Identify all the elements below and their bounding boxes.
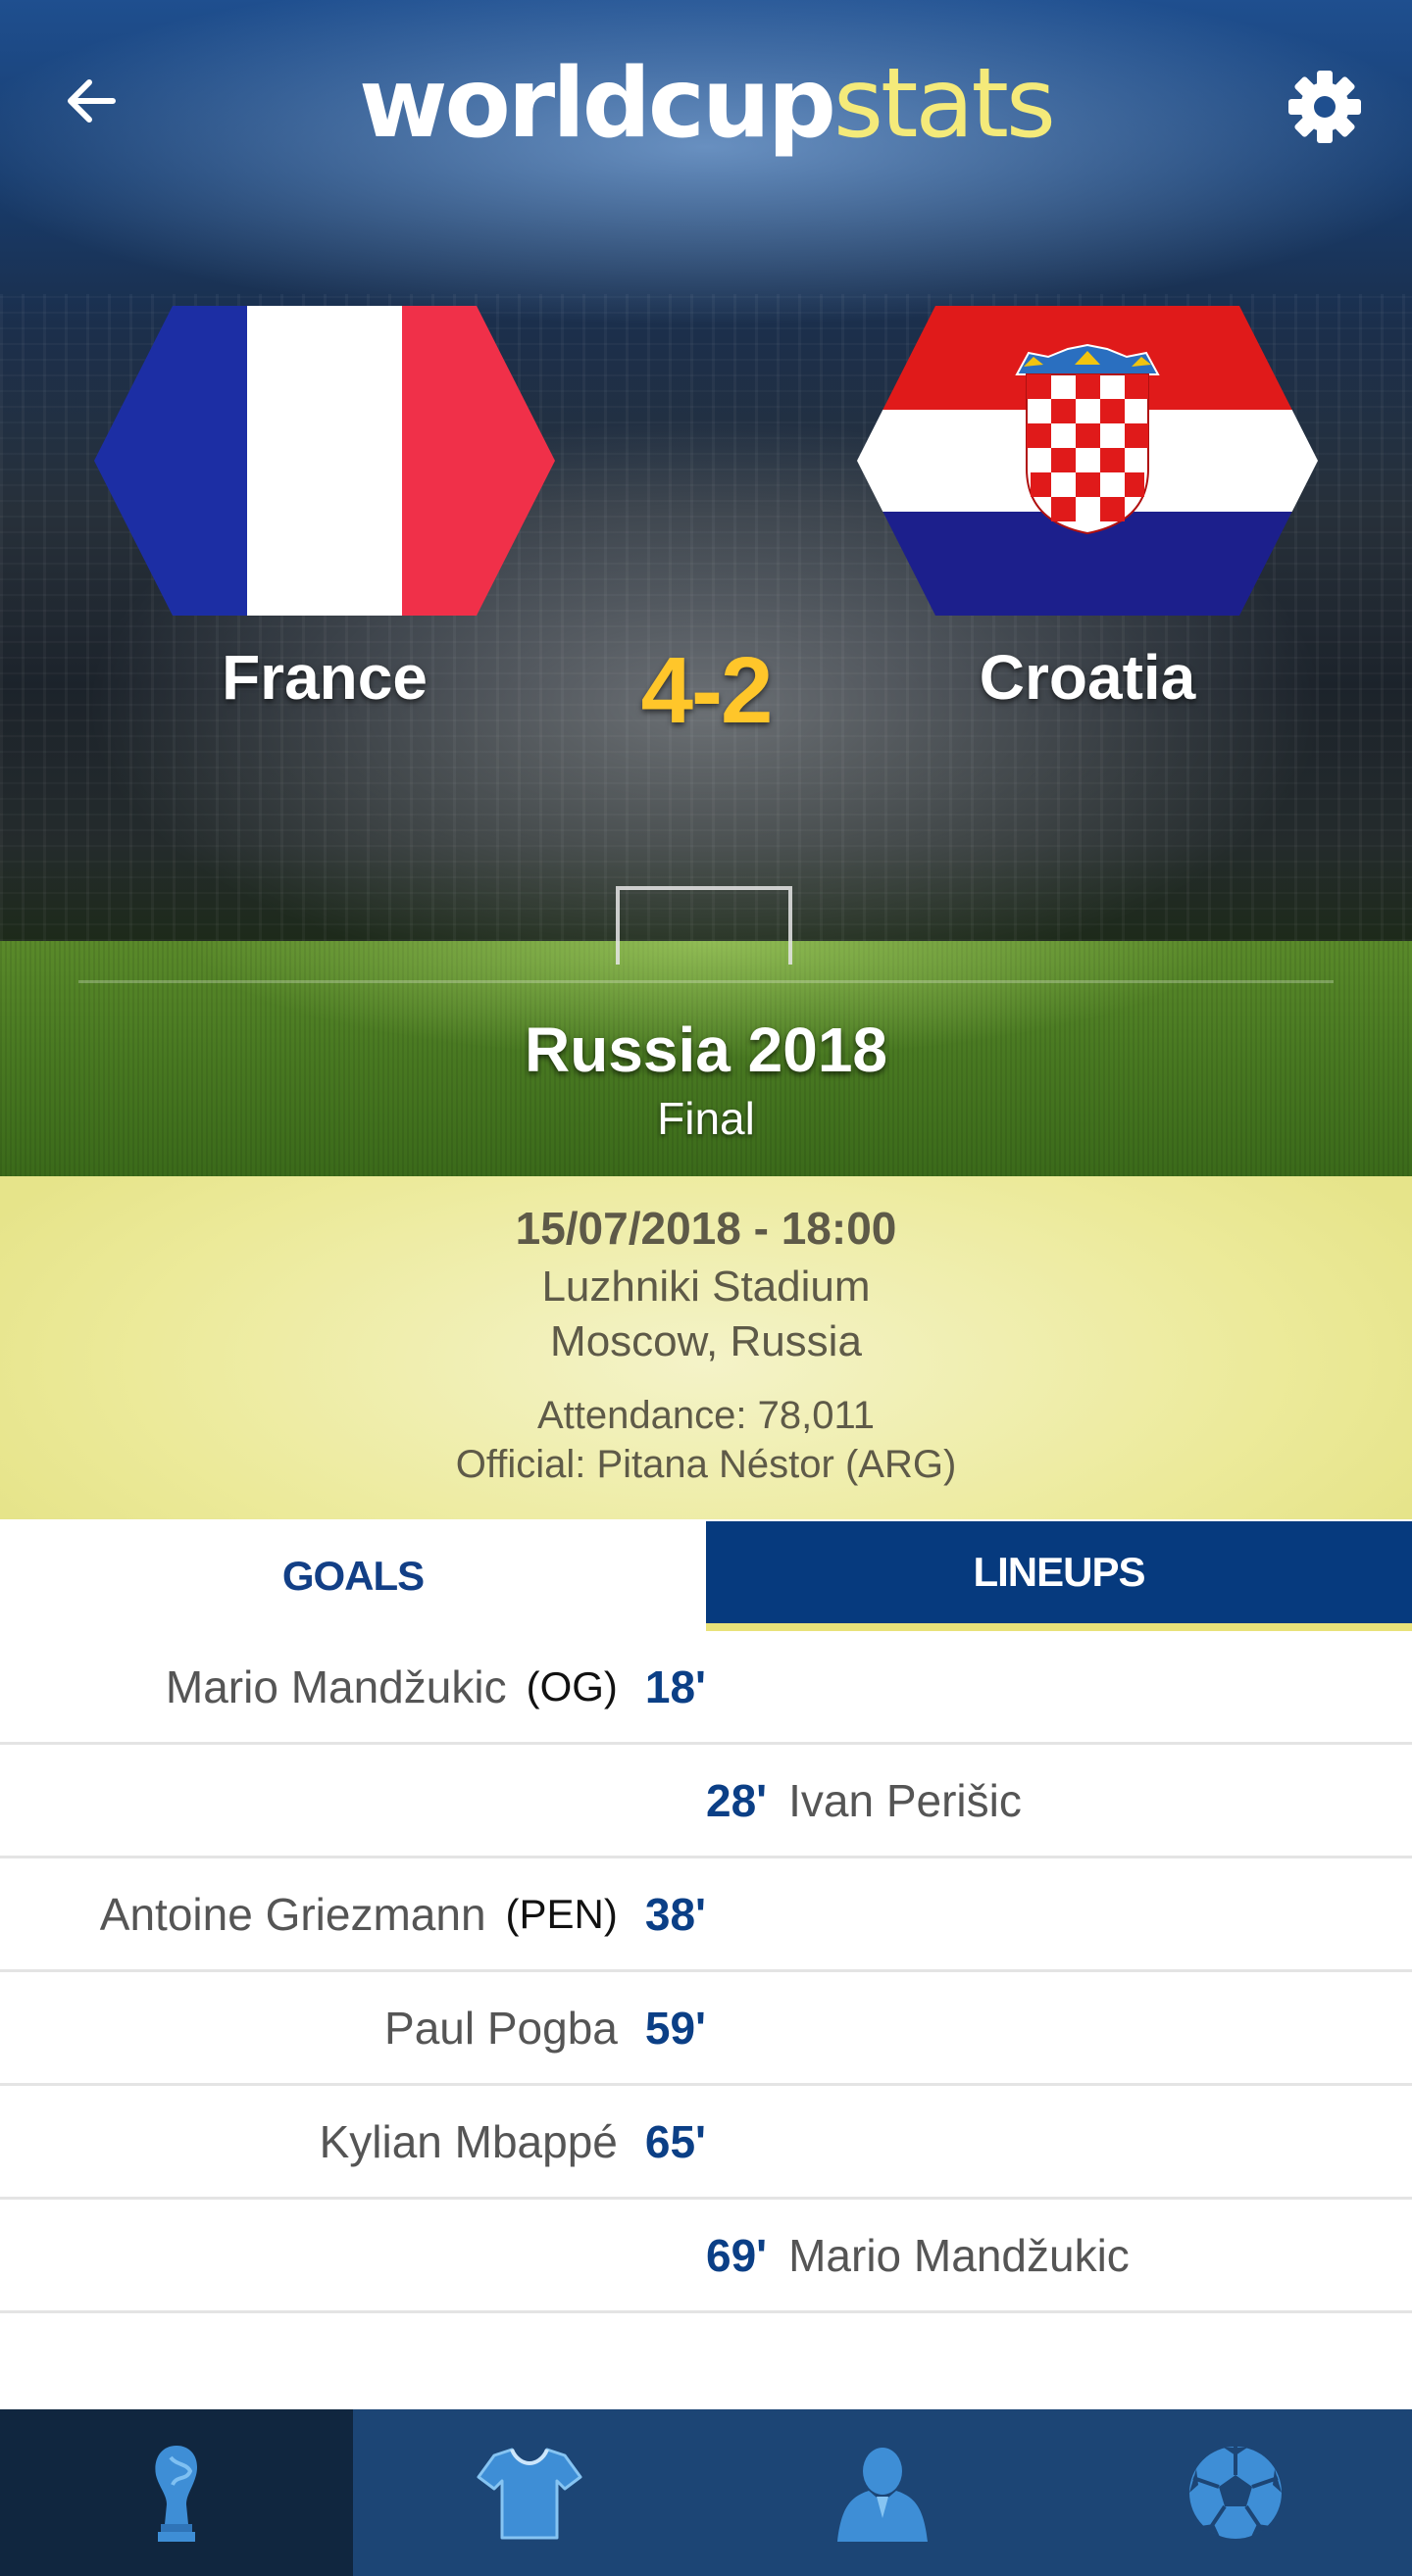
away-goal: 28' Ivan Perišic: [706, 1745, 1022, 1856]
goal-minute: 38': [644, 1888, 706, 1940]
match-attendance: Attendance: 78,011: [537, 1394, 875, 1437]
goal-scorer: Antoine Griezmann: [99, 1888, 486, 1940]
home-goal: Mario Mandžukic (OG) 18': [166, 1631, 706, 1742]
soccer-ball-icon: [1189, 2447, 1282, 2539]
shirt-icon: [477, 2448, 582, 2540]
goals-list: Mario Mandžukic (OG) 18' 28' Ivan Periši…: [0, 1631, 1412, 2313]
goal-minute: 59': [644, 2002, 706, 2054]
france-flag: [94, 306, 555, 616]
player-icon: [837, 2448, 928, 2542]
nav-item-teams[interactable]: [353, 2409, 706, 2576]
tab-goals[interactable]: GOALS: [0, 1521, 706, 1631]
pitch-line: [78, 980, 1334, 983]
goal-minute: 18': [644, 1660, 706, 1712]
goal-row: Kylian Mbappé 65': [0, 2086, 1412, 2200]
goal-row: Paul Pogba 59': [0, 1972, 1412, 2086]
goal-scorer: Kylian Mbappé: [319, 2115, 618, 2167]
tab-lineups[interactable]: LINEUPS: [706, 1521, 1412, 1631]
settings-button[interactable]: [1285, 67, 1365, 147]
goal-row: 28' Ivan Perišic: [0, 1745, 1412, 1858]
away-goal: 69' Mario Mandžukic: [706, 2200, 1130, 2310]
match-score: 4-2: [640, 638, 774, 743]
match-info-panel: 15/07/2018 - 18:00 Luzhniki Stadium Mosc…: [0, 1176, 1412, 1519]
match-venue: Luzhniki Stadium: [541, 1263, 871, 1311]
goal-row: Antoine Griezmann (PEN) 38': [0, 1858, 1412, 1972]
gear-icon: [1288, 71, 1361, 143]
match-official: Official: Pitana Néstor (ARG): [455, 1443, 957, 1486]
match-stage: Final: [657, 1093, 755, 1144]
tournament-title: Russia 2018: [524, 1015, 888, 1085]
home-goal: Antoine Griezmann (PEN) 38': [100, 1858, 706, 1969]
match-city: Moscow, Russia: [550, 1317, 862, 1365]
croatia-flag: [857, 306, 1318, 616]
goal-scorer: Ivan Perišic: [788, 1774, 1022, 1826]
home-goal: Kylian Mbappé 65': [320, 2086, 706, 2197]
goal-scorer: Paul Pogba: [384, 2002, 618, 2054]
croatia-flag-icon: [857, 306, 1318, 616]
home-goal: Paul Pogba 59': [384, 1972, 706, 2083]
logo-bold-text: worldcup: [359, 48, 836, 160]
match-datetime: 15/07/2018 - 18:00: [515, 1203, 897, 1254]
logo-light-text: stats: [832, 48, 1056, 160]
goal-row: 69' Mario Mandžukic: [0, 2200, 1412, 2313]
nav-item-players[interactable]: [706, 2409, 1059, 2576]
trophy-icon: [155, 2446, 198, 2542]
bottom-navigation: [0, 2409, 1412, 2576]
away-team-name: Croatia: [979, 642, 1196, 713]
match-tabs: GOALS LINEUPS: [0, 1521, 1412, 1631]
goal-type-tag: (OG): [526, 1662, 618, 1709]
nav-item-matches[interactable]: [1059, 2409, 1412, 2576]
goal-minute: 65': [644, 2115, 706, 2167]
goal-minute: 28': [706, 1774, 768, 1826]
match-hero: worldcupstats France 4-2 Croatia Russia …: [0, 0, 1412, 1176]
goal-row: Mario Mandžukic (OG) 18': [0, 1631, 1412, 1745]
goal-scorer: Mario Mandžukic: [165, 1660, 507, 1712]
goal-frame: [616, 886, 792, 965]
app-logo: worldcupstats: [0, 45, 1412, 163]
home-team-name: France: [222, 642, 428, 713]
goal-scorer: Mario Mandžukic: [788, 2229, 1130, 2281]
goal-minute: 69': [706, 2229, 768, 2281]
goal-type-tag: (PEN): [505, 1890, 618, 1937]
nav-item-tournaments[interactable]: [0, 2409, 353, 2576]
france-flag-icon: [94, 306, 555, 616]
